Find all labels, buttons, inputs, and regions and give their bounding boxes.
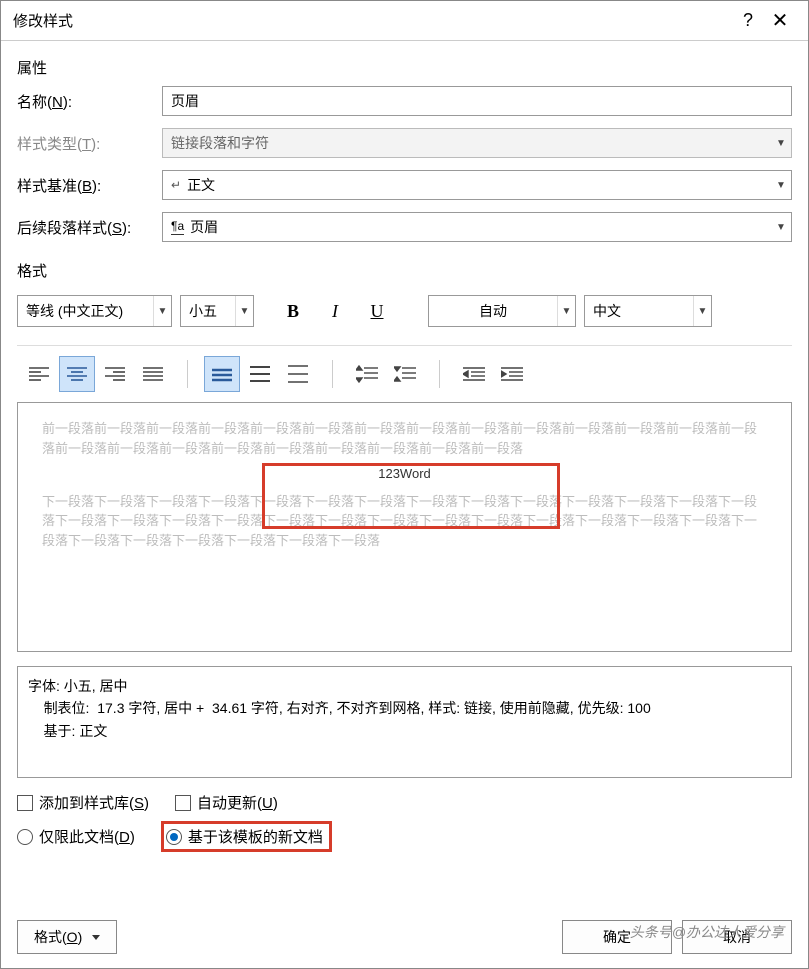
line-spacing-2-button[interactable] [280, 356, 316, 392]
auto-update-checkbox[interactable]: 自动更新(U) [175, 792, 278, 813]
follow-style-select[interactable]: ¶a页眉 ▼ [162, 212, 792, 242]
add-to-gallery-checkbox[interactable]: 添加到样式库(S) [17, 792, 149, 813]
line-spacing-1-button[interactable] [204, 356, 240, 392]
name-input[interactable]: 页眉 [162, 86, 792, 116]
para-space-decrease-button[interactable] [387, 356, 423, 392]
indent-decrease-button[interactable] [456, 356, 492, 392]
preview-pane: 前一段落前一段落前一段落前一段落前一段落前一段落前一段落前一段落前一段落前一段落… [17, 402, 792, 652]
indent-increase-button[interactable] [494, 356, 530, 392]
style-base-select[interactable]: ↵正文 ▼ [162, 170, 792, 200]
next-paragraph-text: 下一段落下一段落下一段落下一段落下一段落下一段落下一段落下一段落下一段落下一段落… [42, 492, 767, 551]
title-bar: 修改样式 ? ✕ [1, 1, 808, 41]
font-name-select[interactable]: 等线 (中文正文) ▼ [17, 295, 172, 327]
format-section-label: 格式 [17, 260, 792, 281]
chevron-down-icon[interactable]: ▼ [693, 296, 711, 326]
underline-button[interactable]: U [360, 295, 394, 327]
chevron-down-icon[interactable]: ▼ [771, 180, 791, 191]
cancel-button[interactable]: 取消 [682, 920, 792, 954]
follow-style-label: 后续段落样式(S): [17, 217, 162, 238]
radio-icon [166, 829, 182, 845]
style-type-select: 链接段落和字符 ▼ [162, 128, 792, 158]
align-center-button[interactable] [59, 356, 95, 392]
line-spacing-1-5-button[interactable] [242, 356, 278, 392]
linked-style-icon: ¶a [171, 219, 184, 235]
style-base-label: 样式基准(B): [17, 175, 162, 196]
chevron-down-icon[interactable]: ▼ [153, 296, 171, 326]
chevron-down-icon[interactable]: ▼ [557, 296, 575, 326]
help-button[interactable]: ? [732, 10, 764, 31]
checkbox-icon [175, 795, 191, 811]
language-select[interactable]: 中文 ▼ [584, 295, 712, 327]
font-size-select[interactable]: 小五 ▼ [180, 295, 254, 327]
properties-section-label: 属性 [17, 57, 792, 78]
para-space-increase-button[interactable] [349, 356, 385, 392]
format-menu-button[interactable]: 格式(O) [17, 920, 117, 954]
paragraph-icon: ↵ [171, 178, 181, 192]
dialog-footer: 格式(O) 确定 取消 头条号@办公达人爱分享 [1, 906, 808, 968]
prev-paragraph-text: 前一段落前一段落前一段落前一段落前一段落前一段落前一段落前一段落前一段落前一段落… [42, 419, 767, 458]
close-button[interactable]: ✕ [764, 8, 796, 33]
checkbox-icon [17, 795, 33, 811]
chevron-down-icon[interactable]: ▼ [771, 222, 791, 233]
chevron-down-icon: ▼ [771, 138, 791, 149]
dialog-title: 修改样式 [13, 10, 732, 31]
name-label: 名称(N): [17, 91, 162, 112]
style-type-label: 样式类型(T): [17, 133, 162, 154]
based-on-template-radio[interactable]: 基于该模板的新文档 [161, 821, 332, 852]
italic-button[interactable]: I [318, 295, 352, 327]
align-justify-button[interactable] [135, 356, 171, 392]
only-this-document-radio[interactable]: 仅限此文档(D) [17, 826, 135, 847]
align-left-button[interactable] [21, 356, 57, 392]
ok-button[interactable]: 确定 [562, 920, 672, 954]
font-color-select[interactable]: 自动 ▼ [428, 295, 576, 327]
style-description: 字体: 小五, 居中 制表位: 17.3 字符, 居中 + 34.61 字符, … [17, 666, 792, 778]
chevron-down-icon[interactable]: ▼ [235, 296, 253, 326]
bold-button[interactable]: B [276, 295, 310, 327]
modify-style-dialog: 修改样式 ? ✕ 属性 名称(N): 页眉 样式类型(T): 链接段落和字符 ▼… [0, 0, 809, 969]
paragraph-toolbar [17, 356, 792, 392]
align-right-button[interactable] [97, 356, 133, 392]
radio-icon [17, 829, 33, 845]
sample-text: 123Word [42, 464, 767, 484]
